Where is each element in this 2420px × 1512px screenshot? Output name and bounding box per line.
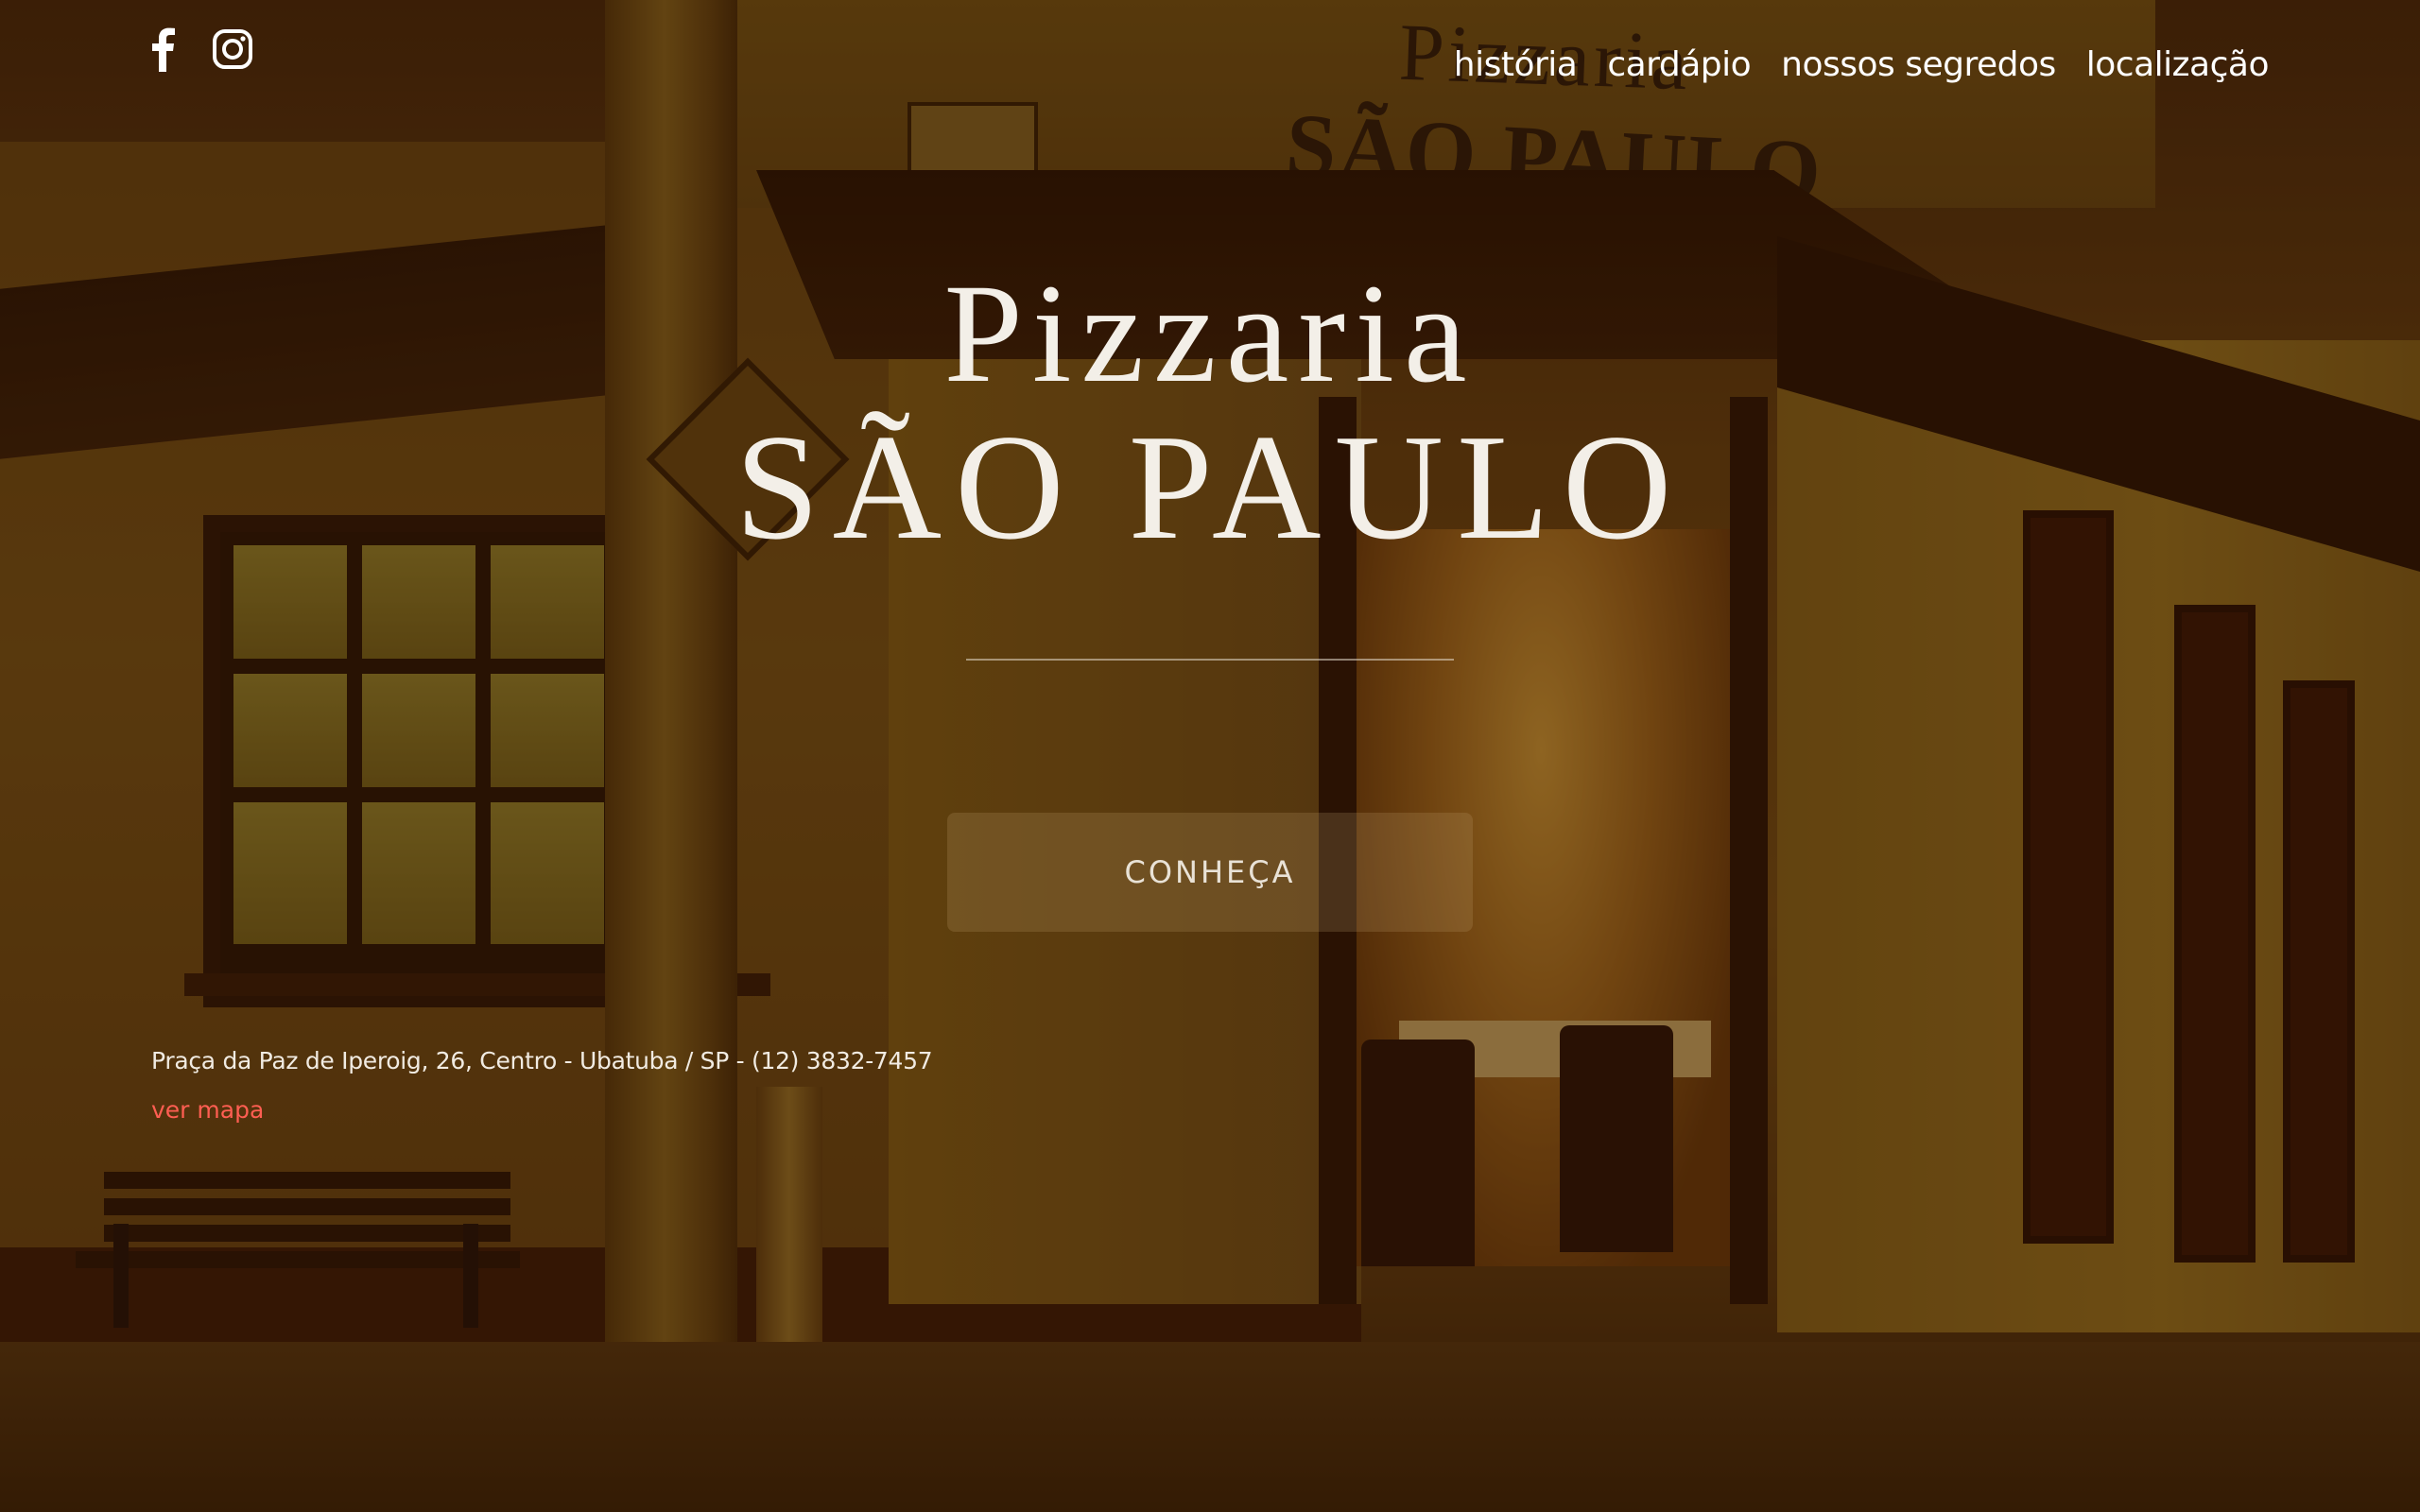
instagram-icon[interactable] — [212, 28, 253, 70]
background-dark-overlay — [0, 0, 2420, 1512]
social-links — [149, 26, 253, 72]
facebook-icon[interactable] — [149, 26, 176, 72]
view-map-link[interactable]: ver mapa — [151, 1096, 264, 1124]
hero-title-line2: SÃO PAULO — [735, 403, 1685, 571]
hero-divider — [966, 659, 1454, 661]
address-text: Praça da Paz de Iperoig, 26, Centro - Ub… — [151, 1047, 933, 1074]
nav-item-historia[interactable]: história — [1454, 45, 1578, 84]
main-nav: história cardápio nossos segredos locali… — [1454, 45, 2270, 84]
nav-item-cardapio[interactable]: cardápio — [1607, 45, 1751, 84]
nav-item-nossos-segredos[interactable]: nossos segredos — [1781, 45, 2056, 84]
nav-item-localizacao[interactable]: localização — [2086, 45, 2270, 84]
hero-background-image: Pizzaria SÃO PAULO — [0, 0, 2420, 1512]
hero-title-line1: Pizzaria — [943, 255, 1477, 412]
conheca-button[interactable]: CONHEÇA — [947, 813, 1473, 932]
